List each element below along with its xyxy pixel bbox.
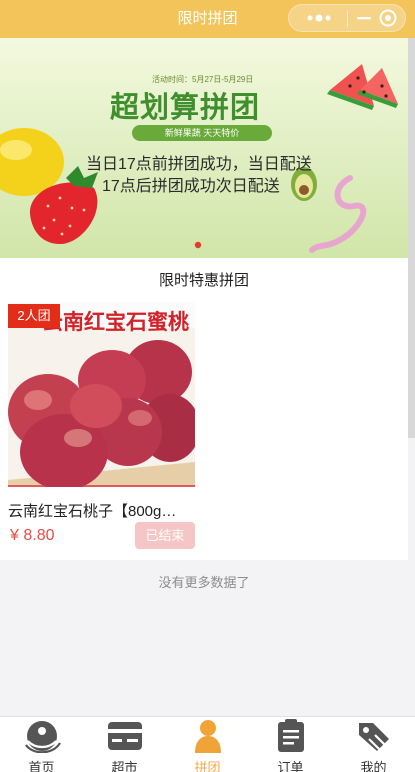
product-name[interactable]: 云南红宝石桃子【800g… [8, 500, 196, 521]
more-icon[interactable] [297, 5, 341, 31]
banner-tagline: 新鲜果蔬 天天特价 [132, 125, 272, 141]
page-scrollbar[interactable] [408, 38, 415, 438]
tab-market-label: 超市 [111, 760, 138, 772]
section-title: 限时特惠拼团 [0, 258, 408, 304]
ribbon-decoration [309, 175, 367, 253]
product-grid: 云南红宝石蜜桃 2人团 云南红宝石桃子【800g… ¥ 8.80 已结束 [0, 300, 408, 560]
tab-home-label: 首页 [28, 760, 55, 772]
tab-orders[interactable]: 订单 [249, 717, 332, 772]
product-image-caption: 云南红宝石蜜桃 [42, 311, 189, 334]
capsule-divider [347, 11, 348, 27]
tab-group-buy-label: 拼团 [194, 760, 221, 772]
promo-banner[interactable]: 活动时间：5月27日-5月29日 超划算拼团 新鲜果蔬 天天特价 当日17点前拼… [0, 38, 408, 258]
tab-orders-label: 订单 [277, 760, 304, 772]
tab-mine-label: 我的 [360, 760, 387, 772]
mini-program-capsule [288, 4, 406, 32]
home-icon [23, 719, 61, 754]
navigation-bar: 限时拼团 [0, 0, 415, 38]
no-more-data-text: 没有更多数据了 [158, 575, 250, 590]
banner-line-1: 当日17点前拼团成功，当日配送 [86, 156, 312, 173]
bottom-tab-bar: 首页 超市 拼团 订单 我的 [0, 716, 415, 772]
group-size-badge: 2人团 [8, 304, 60, 328]
user-icon [355, 719, 393, 753]
product-card[interactable]: 云南红宝石蜜桃 2人团 云南红宝石桃子【800g… ¥ 8.80 已结束 [8, 302, 196, 554]
tab-group-buy[interactable]: 拼团 [166, 717, 249, 772]
watermelon-illustration [327, 64, 398, 110]
minimize-icon[interactable] [353, 5, 375, 31]
order-icon [272, 719, 310, 753]
carousel-dot-active[interactable] [194, 241, 202, 249]
tab-home[interactable]: 首页 [0, 717, 83, 772]
status-badge[interactable]: 已结束 [135, 522, 195, 549]
market-icon [106, 719, 144, 753]
product-image[interactable]: 云南红宝石蜜桃 [8, 302, 195, 487]
banner-line-2: 17点后拼团成功次日配送 [102, 178, 280, 195]
close-target-icon[interactable] [375, 5, 403, 31]
group-icon [189, 719, 227, 753]
banner-headline: 超划算拼团 [110, 92, 261, 124]
tab-mine[interactable]: 我的 [332, 717, 415, 772]
tab-market[interactable]: 超市 [83, 717, 166, 772]
product-price: ¥ 8.80 [10, 527, 55, 544]
